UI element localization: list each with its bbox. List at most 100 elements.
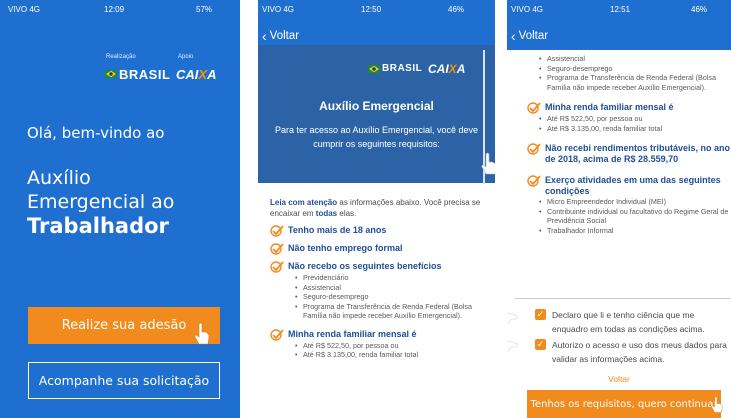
join-button[interactable]: Realize sua adesão bbox=[28, 307, 220, 344]
clock: 12:51 bbox=[610, 5, 631, 14]
continue-button[interactable]: Tenhos os requisitos, quero continuar bbox=[527, 390, 721, 418]
check-circle-icon bbox=[270, 243, 284, 255]
income-list: Até R$ 522,50, por pessoa ou Até R$ 3.13… bbox=[539, 114, 731, 133]
intro-text-2: elas. bbox=[337, 209, 357, 218]
consent-declare[interactable]: ✓ Declaro que li e tenho ciência que me … bbox=[535, 308, 731, 336]
back-label: Voltar bbox=[269, 30, 300, 42]
tap-hand-icon bbox=[507, 312, 518, 324]
sponsor-label-apoio: Apoio bbox=[178, 54, 194, 60]
tap-hand-icon bbox=[711, 396, 723, 413]
requirement-item: Não recebi rendimentos tributáveis, no a… bbox=[527, 143, 731, 165]
intro-text: Leia com atenção as informações abaixo. … bbox=[270, 197, 490, 219]
carrier-label: VIVO 4G bbox=[262, 5, 295, 14]
check-circle-icon bbox=[527, 102, 541, 114]
status-bar: VIVO 4G 12:51 46% bbox=[507, 0, 731, 20]
list-item: Até R$ 522,50, por pessoa ou bbox=[295, 341, 490, 351]
income-list: Até R$ 522,50, por pessoa ou Até R$ 3.13… bbox=[295, 341, 490, 360]
welcome-text: Olá, bem-vindo ao bbox=[27, 124, 165, 142]
battery-level: 46% bbox=[691, 5, 708, 14]
carrier-label: VIVO 4G bbox=[511, 5, 544, 14]
requirements-content: Assistencial Seguro-desemprego Programa … bbox=[527, 54, 731, 235]
app-title-line-2: Emergencial ao bbox=[27, 191, 175, 213]
intro-bold-1: Leia com atenção bbox=[270, 198, 338, 207]
requirement-item: Minha renda familiar mensal é bbox=[527, 102, 731, 114]
back-label: Voltar bbox=[518, 30, 549, 42]
requirement-label: Não recebo os seguintes benefícios bbox=[288, 261, 442, 271]
requirement-label: Não recebi rendimentos tributáveis, no a… bbox=[545, 143, 731, 164]
requirement-label: Minha renda familiar mensal é bbox=[288, 328, 417, 339]
check-circle-icon bbox=[270, 261, 284, 273]
battery-level: 57% bbox=[196, 5, 213, 14]
screen-requirements-confirm: VIVO 4G 12:51 46% ‹ Voltar Assistencial … bbox=[507, 0, 731, 418]
requirement-item: Exerço atividades em uma das seguintes c… bbox=[527, 175, 731, 197]
consent-authorize-label: Autorizo o acesso e uso dos meus dados p… bbox=[552, 340, 727, 364]
app-title-line-3: Trabalhador bbox=[27, 214, 169, 238]
sponsor-logos: BRASIL CAIXA bbox=[358, 60, 494, 80]
check-circle-icon bbox=[270, 328, 284, 341]
list-item: Programa de Transferência de Renda Feder… bbox=[295, 302, 490, 321]
list-item: Até R$ 3.135,00, renda familiar total bbox=[539, 124, 731, 134]
battery-level: 46% bbox=[448, 5, 465, 14]
brasil-flag-icon bbox=[368, 65, 380, 73]
tap-hand-icon bbox=[481, 152, 495, 175]
caixa-logo: CAIXA bbox=[428, 62, 466, 76]
requirement-label: Minha renda familiar mensal é bbox=[545, 102, 674, 112]
list-item: Até R$ 3.135,00, renda familiar total bbox=[295, 350, 490, 360]
check-circle-icon bbox=[527, 143, 541, 155]
list-item: Contribuinte individual ou facultativo d… bbox=[539, 207, 731, 226]
requirement-item: Não recebo os seguintes benefícios bbox=[270, 261, 490, 273]
list-item: Trabalhador Informal bbox=[539, 226, 731, 236]
list-item: Programa de Transferência de Renda Feder… bbox=[539, 73, 731, 92]
benefits-list: Assistencial Seguro-desemprego Programa … bbox=[539, 54, 731, 92]
checkbox-checked-icon[interactable]: ✓ bbox=[535, 339, 546, 350]
check-circle-icon bbox=[270, 225, 284, 237]
list-item: Previdenciário bbox=[295, 273, 490, 283]
back-link[interactable]: Voltar bbox=[507, 374, 731, 384]
list-item: Seguro-desemprego bbox=[539, 64, 731, 74]
list-item: Assistencial bbox=[539, 54, 731, 64]
check-circle-icon bbox=[527, 175, 541, 187]
clock: 12:50 bbox=[361, 5, 382, 14]
brasil-logo: BRASIL bbox=[119, 67, 171, 82]
chevron-left-icon: ‹ bbox=[262, 28, 267, 44]
screen-requirements: VIVO 4G 12:50 46% ‹ Voltar BRASIL CAIXA … bbox=[258, 0, 495, 418]
brasil-logo: BRASIL bbox=[382, 63, 423, 74]
status-bar: VIVO 4G 12:50 46% bbox=[258, 0, 495, 20]
app-title-line-1: Auxílio bbox=[27, 167, 91, 189]
list-item: Assistencial bbox=[295, 283, 490, 293]
carrier-label: VIVO 4G bbox=[8, 5, 41, 14]
consent-declare-label: Declaro que li e tenho ciência que me en… bbox=[552, 310, 705, 334]
page-subtitle: Para ter acesso ao Auxílio Emergencial, … bbox=[274, 125, 479, 149]
page-title: Auxílio Emergencial bbox=[319, 99, 434, 113]
list-item: Micro Empreendedor Individual (MEI) bbox=[539, 197, 731, 207]
requirement-label: Tenho mais de 18 anos bbox=[288, 225, 387, 235]
back-button[interactable]: ‹ Voltar bbox=[511, 28, 549, 44]
requirements-content: Leia com atenção as informações abaixo. … bbox=[270, 197, 490, 360]
sponsor-label-realizacao: Realização bbox=[106, 54, 136, 60]
requirement-item: Tenho mais de 18 anos bbox=[270, 225, 490, 237]
requirement-item: Minha renda familiar mensal é bbox=[270, 329, 490, 341]
caixa-logo: CAIXA bbox=[176, 67, 217, 82]
back-button[interactable]: ‹ Voltar bbox=[262, 28, 300, 44]
list-item: Seguro-desemprego bbox=[295, 292, 490, 302]
divider bbox=[514, 298, 731, 299]
tap-hand-icon bbox=[194, 322, 210, 345]
consent-authorize[interactable]: ✓ Autorizo o acesso e uso dos meus dados… bbox=[535, 338, 731, 366]
requirement-item: Não tenho emprego formal bbox=[270, 243, 490, 255]
list-item: Até R$ 522,50, por pessoa ou bbox=[539, 114, 731, 124]
activity-list: Micro Empreendedor Individual (MEI) Cont… bbox=[539, 197, 731, 235]
app-title: Auxílio Emergencial ao Trabalhador bbox=[27, 166, 174, 238]
track-request-button[interactable]: Acompanhe sua solicitação bbox=[28, 362, 220, 399]
brasil-flag-icon bbox=[105, 70, 117, 78]
requirement-label: Exerço atividades em uma das seguintes c… bbox=[545, 175, 721, 196]
intro-bold-2: todas bbox=[315, 209, 338, 218]
screen-welcome: VIVO 4G 12:09 57% Realização Apoio BRASI… bbox=[0, 0, 240, 418]
benefits-list: Previdenciário Assistencial Seguro-desem… bbox=[295, 273, 490, 321]
clock: 12:09 bbox=[104, 5, 125, 14]
sponsor-logos: Realização Apoio BRASIL CAIXA bbox=[100, 54, 240, 94]
checkbox-checked-icon[interactable]: ✓ bbox=[535, 309, 546, 320]
tap-hand-icon bbox=[507, 340, 518, 352]
status-bar: VIVO 4G 12:09 57% bbox=[0, 0, 240, 20]
requirement-label: Não tenho emprego formal bbox=[288, 243, 403, 253]
chevron-left-icon: ‹ bbox=[511, 28, 516, 44]
